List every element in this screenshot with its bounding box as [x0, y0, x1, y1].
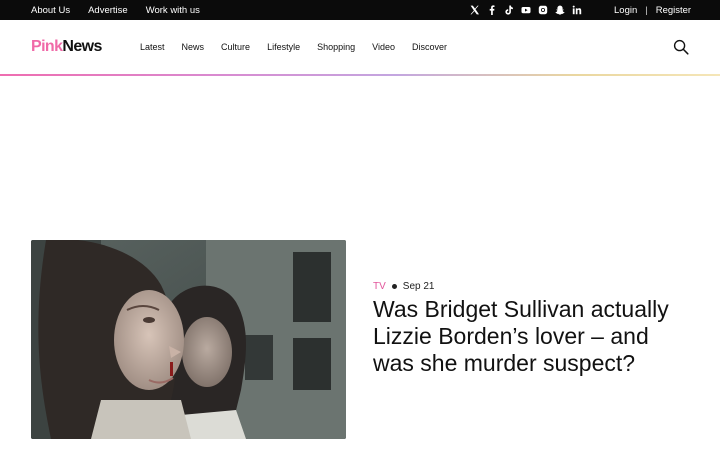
snapchat-icon[interactable]: [554, 5, 565, 16]
article-date: Sep 21: [402, 280, 435, 292]
primary-menu: Latest News Culture Lifestyle Shopping V…: [140, 38, 447, 56]
register-link[interactable]: Register: [656, 5, 691, 16]
linkedin-icon[interactable]: [571, 5, 582, 16]
category-link[interactable]: TV: [373, 281, 386, 292]
utility-links: About Us Advertise Work with us: [31, 0, 200, 20]
youtube-icon[interactable]: [520, 5, 531, 16]
article-meta: TV Sep 21: [373, 280, 434, 292]
tiktok-icon[interactable]: [503, 5, 514, 16]
login-link[interactable]: Login: [614, 5, 637, 16]
search-icon[interactable]: [673, 39, 689, 55]
article-hero-image[interactable]: [31, 240, 346, 439]
article-headline[interactable]: Was Bridget Sullivan actually Lizzie Bor…: [373, 296, 693, 377]
work-with-us-link[interactable]: Work with us: [146, 5, 200, 16]
social-links: [469, 0, 582, 20]
advertise-link[interactable]: Advertise: [88, 5, 128, 16]
x-icon[interactable]: [469, 5, 480, 16]
nav-item-discover[interactable]: Discover: [412, 42, 447, 52]
nav-item-shopping[interactable]: Shopping: [317, 42, 355, 52]
nav-item-news[interactable]: News: [182, 42, 205, 52]
top-utility-bar: About Us Advertise Work with us Login | …: [0, 0, 720, 20]
nav-item-culture[interactable]: Culture: [221, 42, 250, 52]
nav-item-lifestyle[interactable]: Lifestyle: [267, 42, 300, 52]
header-gradient-divider: [0, 74, 720, 76]
logo-pink-part: Pink: [31, 38, 63, 55]
auth-links: Login | Register: [614, 0, 691, 20]
about-us-link[interactable]: About Us: [31, 5, 70, 16]
nav-item-video[interactable]: Video: [372, 42, 395, 52]
meta-dot-separator: [391, 283, 397, 289]
nav-item-latest[interactable]: Latest: [140, 42, 165, 52]
logo-news-part: News: [62, 38, 102, 55]
pinknews-logo[interactable]: PinkNews: [31, 38, 102, 56]
auth-separator: |: [645, 4, 648, 16]
facebook-icon[interactable]: [486, 5, 497, 16]
instagram-icon[interactable]: [537, 5, 548, 16]
